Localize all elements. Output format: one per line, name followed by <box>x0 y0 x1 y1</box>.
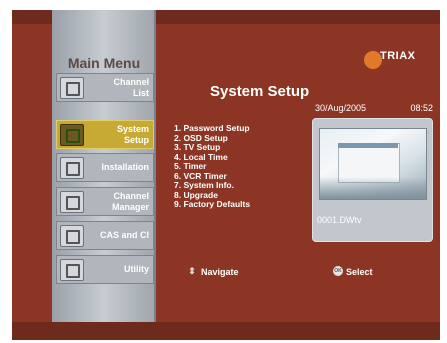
system-setup-options: 1. Password Setup 2. OSD Setup 3. TV Set… <box>174 123 250 210</box>
bottom-bar <box>12 322 440 340</box>
channel-list-icon <box>60 77 84 99</box>
date-time: 30/Aug/2005 08:52 <box>315 103 433 113</box>
installation-icon <box>60 157 84 179</box>
preview-titlebar-shape <box>338 143 398 148</box>
page-title: System Setup <box>210 83 310 100</box>
select-hint: Select <box>346 267 373 277</box>
menu-item-system-setup[interactable]: System Setup <box>56 120 154 149</box>
triax-logo: TRIAX <box>364 46 434 69</box>
menu-item-label: System Setup <box>116 124 149 145</box>
navigate-hint: Navigate <box>201 267 239 277</box>
preview-shade <box>320 177 426 199</box>
menu-item-installation[interactable]: Installation <box>56 153 154 182</box>
menu-item-channel-list[interactable]: Channel List <box>56 73 154 102</box>
system-setup-icon <box>60 124 84 146</box>
menu-item-channel-manager[interactable]: Channel Manager <box>56 187 154 216</box>
logo-text: TRIAX <box>380 50 416 62</box>
menu-item-label: Installation <box>101 162 149 172</box>
option-item[interactable]: 9. Factory Defaults <box>174 199 250 210</box>
navigate-icon: ⇕ <box>188 266 196 276</box>
tv-screen: Main Menu Channel List System Setup Instal… <box>12 10 440 340</box>
menu-item-label: Channel Manager <box>111 191 149 212</box>
menu-item-label: Channel List <box>113 77 149 98</box>
menu-item-utility[interactable]: Utility <box>56 255 154 284</box>
menu-item-cas-ci[interactable]: CAS and CI <box>56 221 154 250</box>
menu-item-label: CAS and CI <box>99 230 149 240</box>
channel-manager-icon <box>60 191 84 213</box>
ok-button-icon: OK <box>333 266 343 276</box>
current-time: 08:52 <box>410 103 433 113</box>
channel-name: 0001.DWtv <box>317 215 362 225</box>
current-date: 30/Aug/2005 <box>315 103 367 113</box>
channel-preview-video <box>319 128 427 200</box>
cas-ci-icon <box>60 225 84 247</box>
main-menu-title: Main Menu <box>67 55 141 71</box>
utility-icon <box>60 259 84 281</box>
menu-item-label: Utility <box>123 264 149 274</box>
